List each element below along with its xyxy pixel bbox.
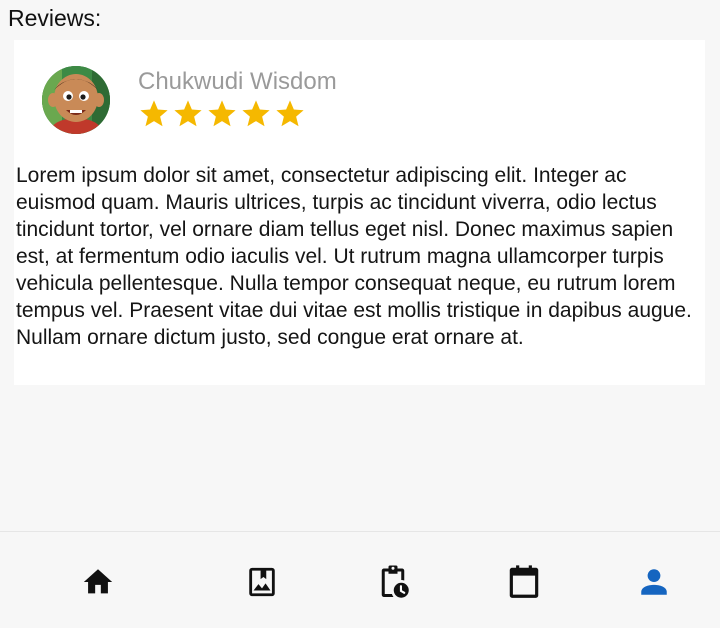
person-icon: [641, 569, 667, 595]
reviews-heading: Reviews:: [8, 5, 102, 31]
nav-gallery[interactable]: [242, 562, 282, 602]
nav-home[interactable]: [78, 562, 118, 602]
calendar-icon: [509, 565, 539, 598]
nav-tasks[interactable]: [373, 562, 413, 602]
avatar-illustration: [42, 66, 110, 134]
nav-profile[interactable]: [634, 562, 674, 602]
review-text: Lorem ipsum dolor sit amet, consectetur …: [16, 164, 692, 349]
star-icon: [242, 100, 270, 127]
star-icon: [208, 100, 236, 127]
bottom-navigation-bar: [0, 531, 720, 628]
star-icon: [140, 100, 168, 127]
reviewer-name: Chukwudi Wisdom: [138, 68, 337, 95]
star-icon: [276, 100, 304, 127]
nav-calendar[interactable]: [504, 562, 544, 602]
reviewer-avatar: [42, 66, 110, 134]
star-icon: [174, 100, 202, 127]
home-icon: [83, 569, 113, 594]
photo-album-icon: [249, 567, 275, 597]
review-card: Chukwudi Wisdom Lorem ipsum dolor sit am…: [14, 40, 705, 385]
star-rating: [138, 98, 306, 130]
clipboard-clock-icon: [381, 565, 409, 598]
